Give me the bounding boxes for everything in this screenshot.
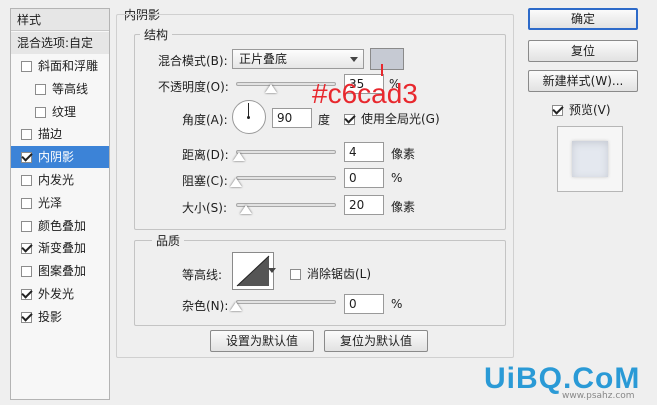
distance-slider-thumb[interactable] — [233, 152, 245, 161]
style-list-header: 样式 — [11, 9, 109, 31]
style-item-7[interactable]: 颜色叠加 — [11, 215, 109, 237]
noise-slider-thumb[interactable] — [230, 302, 242, 311]
style-item-5[interactable]: 内发光 — [11, 169, 109, 191]
size-slider-thumb[interactable] — [240, 205, 252, 214]
style-item-label: 内发光 — [38, 173, 75, 187]
style-item-checkbox[interactable] — [21, 243, 32, 255]
style-item-label: 斜面和浮雕 — [38, 59, 99, 73]
contour-curve-icon — [236, 255, 270, 287]
style-item-8[interactable]: 渐变叠加 — [11, 237, 109, 259]
style-item-checkbox[interactable] — [21, 129, 32, 141]
size-input[interactable]: 20 — [344, 195, 384, 215]
angle-unit: 度 — [318, 113, 331, 127]
blend-mode-value: 正片叠底 — [239, 52, 288, 66]
antialias-checkbox[interactable] — [290, 269, 301, 280]
style-item-label: 外发光 — [38, 287, 75, 301]
structure-title: 结构 — [140, 26, 173, 43]
style-item-label: 内阴影 — [38, 150, 75, 165]
noise-label: 杂色(N): — [182, 299, 229, 313]
preview-box — [557, 126, 623, 192]
distance-input[interactable]: 4 — [344, 142, 384, 162]
watermark-site: www.psahz.com — [562, 391, 635, 401]
contour-label: 等高线: — [182, 268, 223, 282]
set-default-button[interactable]: 设置为默认值 — [210, 330, 314, 352]
style-item-checkbox[interactable] — [21, 266, 32, 278]
global-light-option[interactable]: 使用全局光(G) — [344, 110, 440, 127]
style-item-2[interactable]: 纹理 — [11, 101, 109, 123]
choke-slider-track[interactable] — [236, 176, 336, 180]
new-style-button[interactable]: 新建样式(W)... — [528, 70, 638, 92]
style-item-checkbox[interactable] — [35, 83, 46, 95]
global-light-checkbox[interactable] — [344, 114, 355, 125]
style-item-label: 图案叠加 — [38, 264, 87, 279]
color-annotation: #c6cad3 — [312, 78, 418, 109]
style-item-checkbox[interactable] — [21, 311, 32, 323]
style-item-11[interactable]: 投影 — [11, 306, 109, 328]
style-item-label: 颜色叠加 — [38, 218, 87, 233]
noise-unit: % — [391, 297, 403, 311]
angle-dial-needle — [248, 103, 249, 117]
reset-button[interactable]: 复位 — [528, 40, 638, 62]
contour-dropdown-icon[interactable] — [268, 268, 276, 273]
angle-dial[interactable] — [232, 100, 266, 134]
preview-swatch — [572, 141, 608, 177]
blend-mode-label: 混合模式(B): — [158, 54, 228, 68]
quality-title: 品质 — [152, 232, 185, 249]
shadow-color-swatch[interactable] — [370, 48, 404, 70]
preview-checkbox[interactable] — [552, 105, 563, 116]
style-item-label: 投影 — [38, 309, 63, 324]
preview-label: 预览(V) — [569, 103, 611, 117]
blend-mode-dropdown[interactable]: 正片叠底 — [232, 49, 364, 69]
annotation-pointer — [381, 64, 383, 76]
style-item-label: 等高线 — [52, 81, 89, 96]
preview-option[interactable]: 预览(V) — [552, 101, 611, 118]
reset-default-button[interactable]: 复位为默认值 — [324, 330, 428, 352]
style-item-label: 描边 — [38, 127, 63, 142]
global-light-label: 使用全局光(G) — [361, 112, 440, 126]
style-item-checkbox[interactable] — [21, 175, 32, 186]
opacity-slider-thumb[interactable] — [265, 84, 277, 93]
style-item-4[interactable]: 内阴影 — [11, 146, 109, 169]
size-label: 大小(S): — [182, 201, 228, 215]
style-item-checkbox[interactable] — [35, 106, 46, 118]
style-item-6[interactable]: 光泽 — [11, 192, 109, 214]
style-item-0[interactable]: 斜面和浮雕 — [11, 55, 109, 77]
distance-slider-track[interactable] — [236, 150, 336, 154]
choke-input[interactable]: 0 — [344, 168, 384, 188]
opacity-label: 不透明度(O): — [158, 80, 229, 94]
style-item-10[interactable]: 外发光 — [11, 283, 109, 305]
style-item-checkbox[interactable] — [21, 289, 32, 300]
style-item-checkbox[interactable] — [21, 61, 32, 72]
style-item-checkbox[interactable] — [21, 152, 32, 164]
style-item-1[interactable]: 等高线 — [11, 78, 109, 100]
style-item-label: 光泽 — [38, 195, 63, 210]
style-list: 样式 混合选项:自定 斜面和浮雕等高线纹理描边内阴影内发光光泽颜色叠加渐变叠加图… — [10, 8, 110, 400]
choke-slider-thumb[interactable] — [230, 178, 242, 187]
choke-label: 阻塞(C): — [182, 174, 228, 188]
angle-input[interactable]: 90 — [272, 108, 312, 128]
choke-unit: % — [391, 171, 403, 185]
style-item-checkbox[interactable] — [21, 220, 32, 232]
style-item-checkbox[interactable] — [21, 197, 32, 209]
blend-options-item[interactable]: 混合选项:自定 — [11, 32, 109, 54]
style-item-label: 渐变叠加 — [38, 241, 87, 256]
noise-slider-track[interactable] — [236, 300, 336, 304]
ok-button[interactable]: 确定 — [528, 8, 638, 30]
style-item-3[interactable]: 描边 — [11, 123, 109, 145]
antialias-label: 消除锯齿(L) — [307, 267, 372, 281]
angle-label: 角度(A): — [182, 113, 228, 127]
style-item-9[interactable]: 图案叠加 — [11, 260, 109, 282]
style-item-label: 纹理 — [52, 104, 77, 119]
distance-unit: 像素 — [391, 147, 416, 161]
angle-dial-center — [247, 116, 250, 119]
antialias-option[interactable]: 消除锯齿(L) — [290, 265, 371, 282]
noise-input[interactable]: 0 — [344, 294, 384, 314]
size-unit: 像素 — [391, 200, 416, 214]
distance-label: 距离(D): — [182, 148, 229, 162]
chevron-down-icon — [350, 57, 358, 62]
